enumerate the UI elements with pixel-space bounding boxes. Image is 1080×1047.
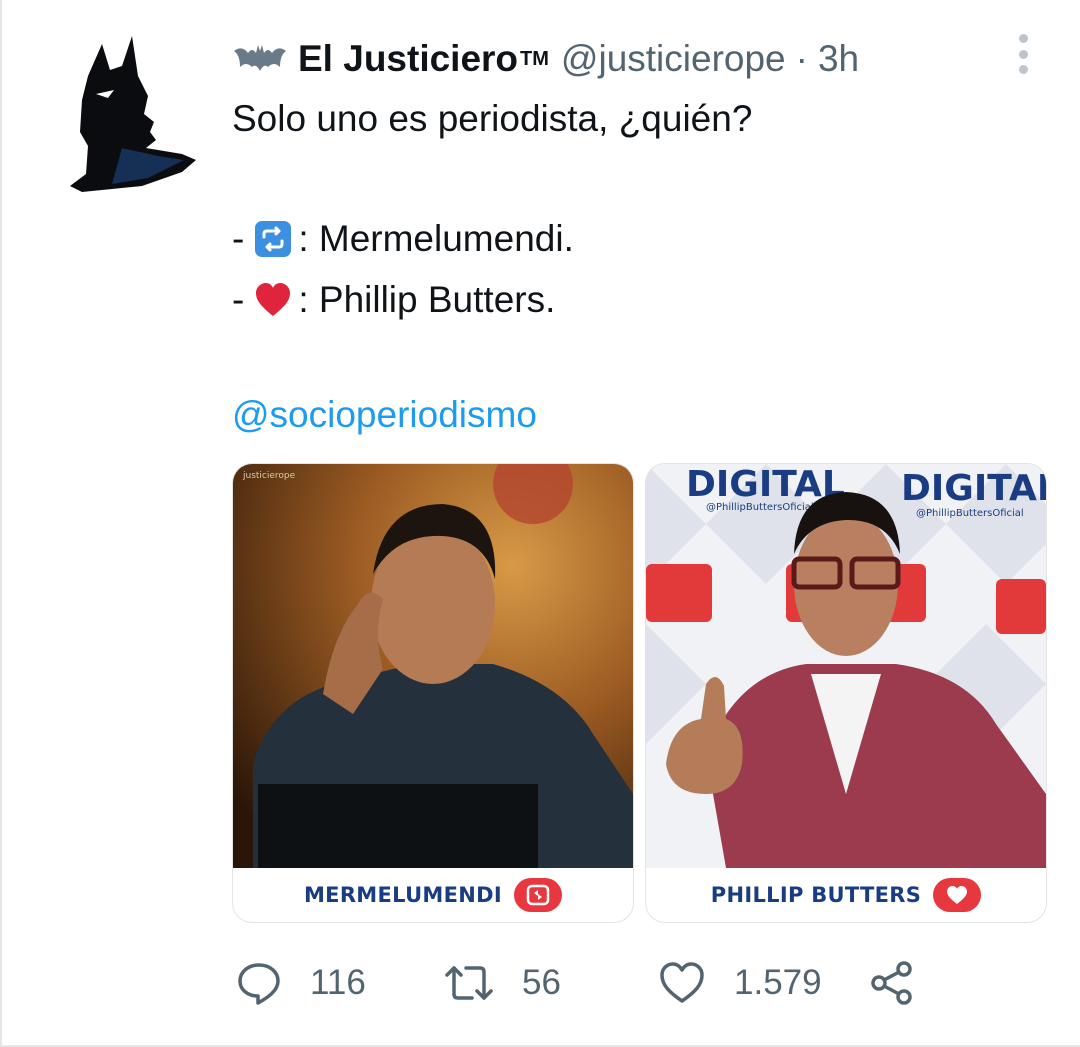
tweet-actions: 116 56 1.579	[232, 955, 932, 1011]
photo-man-thumbs-up: DIGITAL DIGITAL @PhillipButtersOficial @…	[646, 464, 1046, 868]
mention-link[interactable]: @socioperiodismo	[232, 394, 537, 436]
tweet-container: El Justiciero TM @justicierope · 3h Solo …	[0, 0, 1080, 1047]
bat-emoji-icon	[234, 45, 286, 71]
caption-mermelumendi: MERMELUMENDI	[233, 868, 633, 922]
media-grid: justicierope MERMELUMENDI DIGITAL DIGITA…	[232, 463, 1048, 923]
like-count: 1.579	[734, 963, 822, 1002]
banner-word-right: DIGITAL	[901, 468, 1046, 509]
vertical-ellipsis-icon	[1018, 34, 1028, 43]
separator-dot: ·	[795, 38, 808, 79]
ellipsis-dot	[1018, 49, 1028, 59]
caption-phillip-butters: PHILLIP BUTTERS	[646, 868, 1046, 922]
bullet-dash: -	[232, 218, 245, 259]
tweet-header: El Justiciero TM @justicierope · 3h	[232, 34, 859, 84]
tweet-text-line-1: Solo uno es periodista, ¿quién?	[232, 98, 752, 140]
banner-handle-right: @PhillipButtersOficial	[916, 508, 1024, 519]
trademark-mark: TM	[520, 47, 549, 70]
retweet-emoji-icon	[254, 220, 292, 258]
avatar[interactable]	[62, 36, 202, 196]
retweet-count: 56	[522, 963, 561, 1002]
more-options-button[interactable]	[1012, 34, 1034, 74]
timestamp[interactable]: 3h	[818, 38, 859, 80]
tweet-text-line-3: - : Phillip Butters.	[232, 279, 555, 321]
user-handle[interactable]: @justicierope	[561, 38, 786, 80]
share-icon	[871, 961, 912, 1005]
share-button[interactable]	[868, 955, 944, 1011]
bullet-dash: -	[232, 279, 245, 320]
photo-watermark: justicierope	[242, 471, 296, 481]
retweet-icon	[445, 966, 493, 1000]
photo-man-at-laptop: justicierope	[233, 464, 633, 868]
display-name[interactable]: El Justiciero	[298, 38, 518, 80]
tweet-question: Solo uno es periodista, ¿quién?	[232, 98, 753, 139]
reply-count: 116	[310, 963, 366, 1002]
option-mermelumendi: : Mermelumendi.	[298, 218, 574, 259]
retweet-badge-icon	[514, 878, 562, 912]
heart-icon	[660, 962, 704, 1003]
caption-text: MERMELUMENDI	[303, 883, 502, 907]
heart-emoji-icon	[254, 281, 292, 319]
ellipsis-dot	[1018, 65, 1028, 74]
speech-bubble-icon	[238, 963, 280, 1005]
caption-text: PHILLIP BUTTERS	[710, 883, 922, 907]
media-card-phillip-butters[interactable]: DIGITAL DIGITAL @PhillipButtersOficial @…	[645, 463, 1047, 923]
option-phillip-butters: : Phillip Butters.	[298, 279, 556, 320]
heart-badge-icon	[933, 878, 982, 912]
reply-button[interactable]: 116	[236, 955, 366, 1011]
like-button[interactable]: 1.579	[658, 955, 822, 1011]
banner-handle-left: @PhillipButtersOficial	[706, 502, 814, 513]
tweet-text-line-2: - : Mermelumendi.	[232, 218, 574, 260]
retweet-button[interactable]: 56	[444, 955, 561, 1011]
media-card-mermelumendi[interactable]: justicierope MERMELUMENDI	[232, 463, 634, 923]
